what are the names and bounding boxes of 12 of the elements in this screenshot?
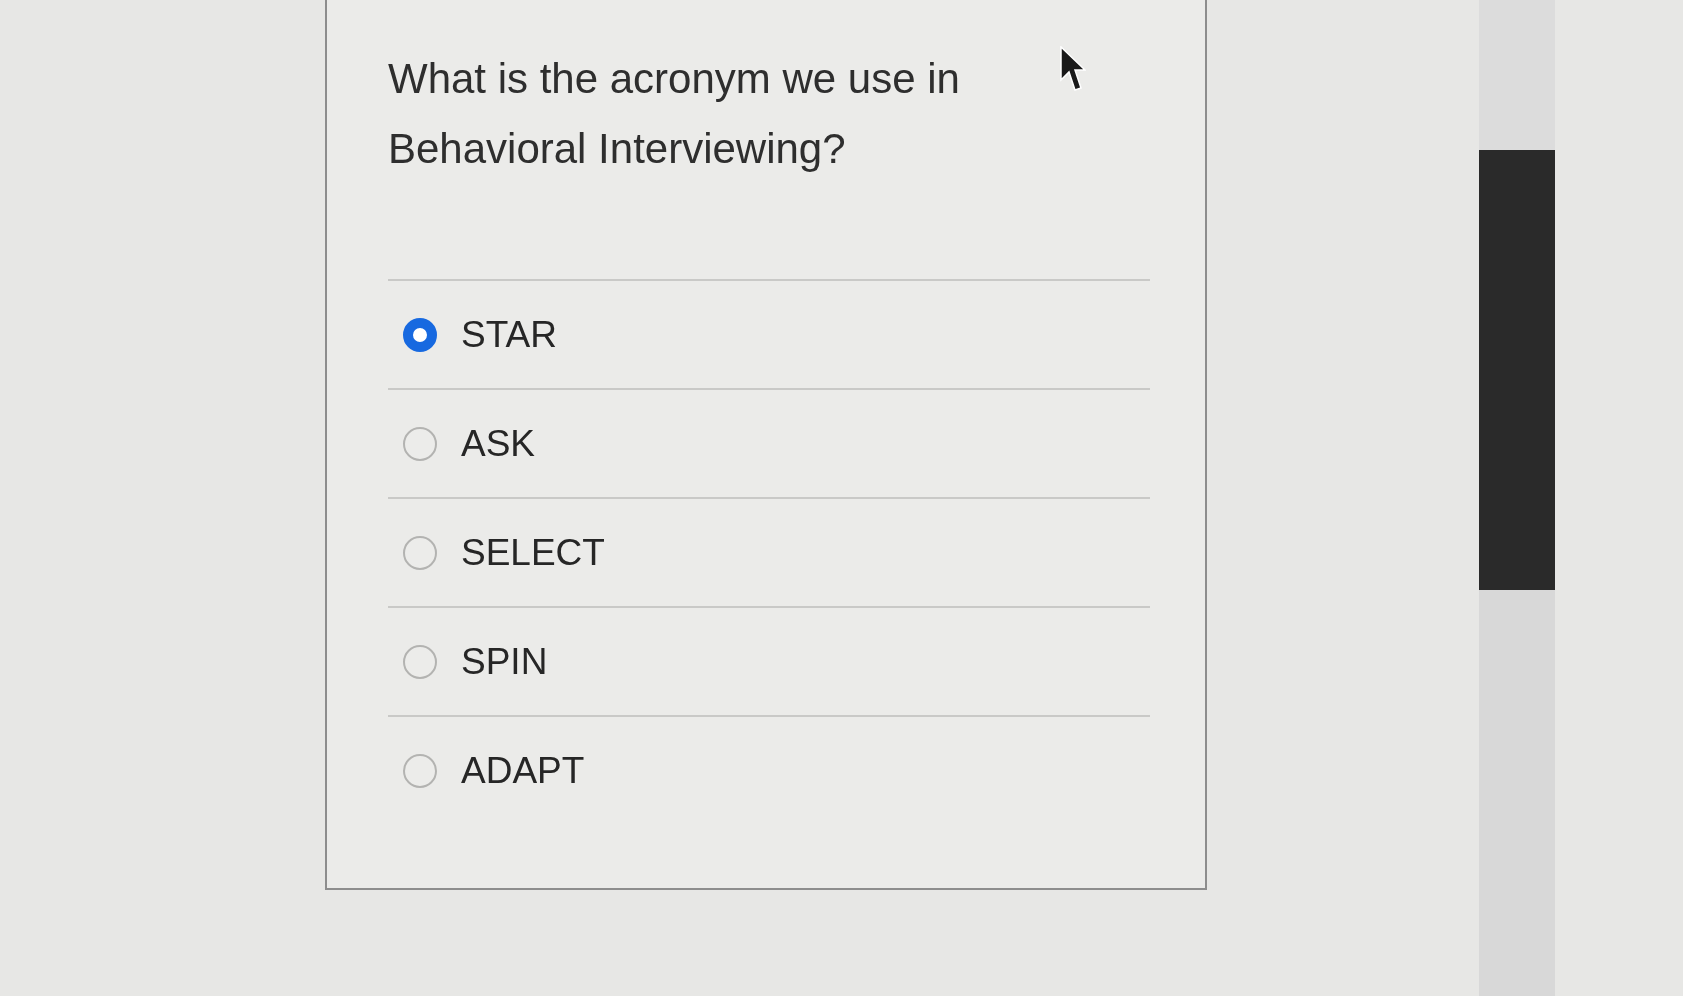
radio-button[interactable]: [403, 535, 437, 570]
option-label: SELECT: [461, 530, 605, 575]
radio-button[interactable]: [403, 317, 437, 352]
option-label: STAR: [461, 312, 557, 357]
option-label: ADAPT: [461, 748, 585, 793]
radio-button[interactable]: [403, 426, 437, 461]
option-label: ASK: [461, 421, 536, 466]
radio-button[interactable]: [403, 753, 437, 788]
cursor-icon: [1060, 46, 1086, 92]
option-label: SPIN: [461, 639, 548, 684]
radio-button[interactable]: [403, 644, 437, 679]
question-text: What is the acronym we use in Behavioral Interviewing?: [388, 54, 961, 174]
